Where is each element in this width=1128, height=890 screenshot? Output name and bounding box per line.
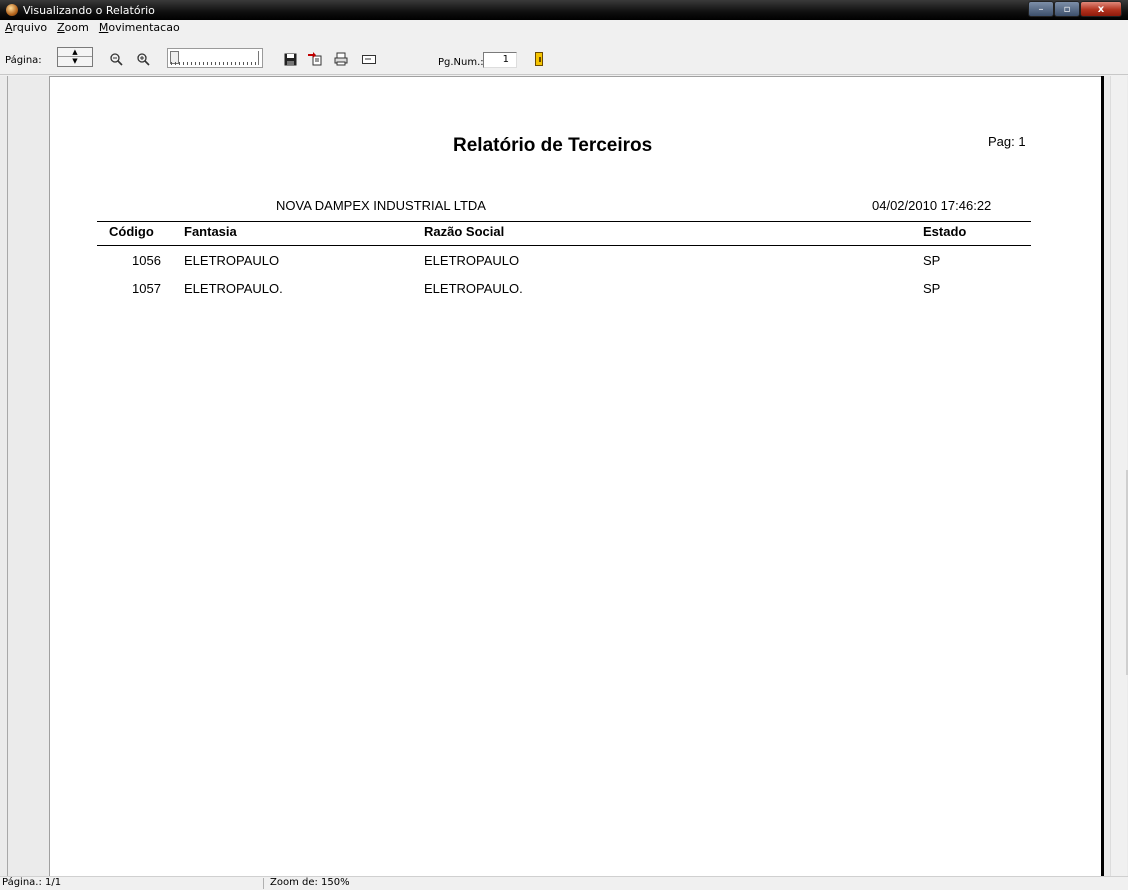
title-bar: Visualizando o Relatório – ▫ x — [0, 0, 1128, 20]
zoom-out-icon[interactable] — [108, 51, 124, 67]
window-title: Visualizando o Relatório — [23, 3, 155, 17]
export-icon[interactable] — [307, 51, 323, 67]
cell-estado: SP — [923, 253, 941, 268]
menu-zoom-label: oom — [64, 20, 89, 34]
cell-fantasia: ELETROPAULO — [184, 253, 280, 268]
page-label: Página: — [5, 55, 42, 66]
status-page: Página.: 1/1 — [2, 877, 62, 888]
cell-fantasia: ELETROPAULO. — [184, 281, 283, 296]
menu-bar: Arquivo Zoom Movimentacao — [0, 20, 1128, 34]
report-page: Relatório de Terceiros Pag: 1 NOVA DAMPE… — [49, 76, 1101, 876]
status-zoom: Zoom de: 150% — [270, 877, 350, 888]
menu-arquivo-accel: A — [5, 20, 13, 34]
report-title: Relatório de Terceiros — [453, 135, 653, 156]
app-icon — [6, 4, 18, 16]
exit-icon[interactable] — [535, 52, 543, 66]
col-header-estado: Estado — [923, 224, 967, 239]
maximize-button[interactable]: ▫ — [1054, 1, 1080, 17]
cell-razao: ELETROPAULO — [424, 253, 520, 268]
page-up-arrow-icon[interactable]: ▲ — [58, 48, 92, 57]
menu-movimentacao-accel: M — [98, 20, 109, 34]
report-page-number: Pag: 1 — [988, 134, 1026, 149]
page-down-arrow-icon[interactable]: ▼ — [58, 57, 92, 66]
report-datetime: 04/02/2010 17:46:22 — [872, 198, 992, 213]
pgnum-input[interactable]: 1 — [483, 52, 517, 68]
zoom-slider[interactable] — [167, 48, 263, 68]
menu-arquivo[interactable]: Arquivo — [5, 21, 47, 34]
col-header-fantasia: Fantasia — [184, 224, 237, 239]
close-button[interactable]: x — [1080, 1, 1122, 17]
menu-zoom[interactable]: Zoom — [57, 21, 89, 34]
menu-movimentacao-label: ovimentacao — [108, 20, 180, 34]
menu-zoom-accel: Z — [57, 20, 65, 34]
cell-estado: SP — [923, 281, 941, 296]
status-bar: Página.: 1/1 Zoom de: 150% — [0, 876, 1128, 889]
header-top-line — [97, 221, 1031, 222]
zoom-in-icon[interactable] — [135, 51, 151, 67]
page-spinner[interactable]: ▲ ▼ — [57, 47, 93, 67]
print-icon[interactable] — [333, 51, 349, 67]
menu-movimentacao[interactable]: Movimentacao — [99, 21, 180, 34]
status-separator — [263, 878, 264, 889]
cell-codigo: 1057 — [132, 281, 161, 296]
report-company: NOVA DAMPEX INDUSTRIAL LTDA — [276, 198, 486, 213]
col-header-razao: Razão Social — [424, 224, 505, 239]
cell-razao: ELETROPAULO. — [424, 281, 523, 296]
zoom-slider-ticks — [171, 62, 256, 65]
toolbar: Página: ▲ ▼ Pg.Num.: 1 — [0, 35, 1128, 75]
col-header-codigo: Código — [109, 224, 154, 239]
zoom-slider-end — [258, 51, 260, 65]
page-shadow — [1101, 76, 1104, 876]
preview-area[interactable]: Relatório de Terceiros Pag: 1 NOVA DAMPE… — [0, 76, 1128, 876]
pgnum-label: Pg.Num.: — [438, 57, 484, 68]
menu-arquivo-label: rquivo — [12, 20, 48, 34]
header-bottom-line — [97, 245, 1031, 246]
save-icon[interactable] — [282, 51, 298, 67]
setup-icon[interactable] — [361, 51, 377, 67]
vertical-scrollbar[interactable] — [1110, 76, 1128, 876]
window-controls: – ▫ x — [1028, 1, 1122, 17]
cell-codigo: 1056 — [132, 253, 161, 268]
preview-gutter — [7, 76, 8, 876]
minimize-button[interactable]: – — [1028, 1, 1054, 17]
